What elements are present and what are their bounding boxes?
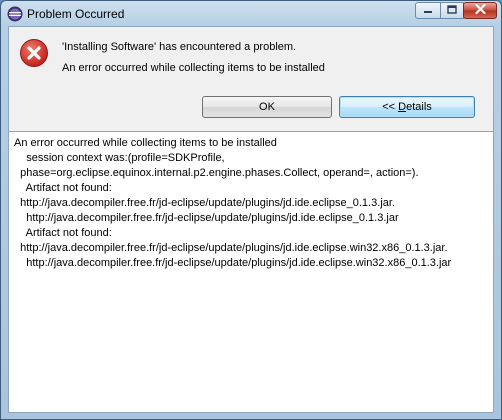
- details-line: session context was:(profile=SDKProfile,: [14, 152, 225, 164]
- details-button-prefix: <<: [382, 101, 399, 113]
- details-line: http://java.decompiler.free.fr/jd-eclips…: [14, 257, 452, 269]
- minimize-button[interactable]: [415, 2, 441, 19]
- error-message: 'Installing Software' has encountered a …: [62, 41, 297, 53]
- maximize-button[interactable]: [440, 2, 464, 19]
- close-button[interactable]: [463, 2, 497, 19]
- problem-dialog: Problem Occurred 'Installing Software' h…: [0, 0, 502, 420]
- error-icon: [19, 38, 49, 68]
- details-button[interactable]: << Details: [339, 96, 475, 118]
- details-line: http://java.decompiler.free.fr/jd-eclips…: [14, 212, 399, 224]
- window-title: Problem Occurred: [27, 7, 125, 21]
- details-button-rest: etails: [406, 101, 432, 113]
- title-bar[interactable]: Problem Occurred: [1, 1, 501, 26]
- details-line: phase=org.eclipse.equinox.internal.p2.en…: [14, 167, 419, 179]
- details-line: http://java.decompiler.free.fr/jd-eclips…: [14, 197, 395, 209]
- details-button-accelerator: D: [398, 101, 407, 113]
- details-line: Artifact not found:: [14, 182, 112, 194]
- ok-button[interactable]: OK: [202, 96, 332, 118]
- close-icon: [474, 3, 486, 17]
- details-line: Artifact not found:: [14, 227, 112, 239]
- eclipse-icon: [7, 6, 23, 22]
- details-line: http://java.decompiler.free.fr/jd-eclips…: [14, 242, 448, 254]
- maximize-icon: [447, 4, 457, 17]
- details-text-area[interactable]: An error occurred while collecting items…: [9, 131, 493, 412]
- details-line: An error occurred while collecting items…: [14, 137, 277, 149]
- minimize-icon: [423, 5, 433, 17]
- dialog-body: 'Installing Software' has encountered a …: [8, 26, 494, 413]
- error-summary: An error occurred while collecting items…: [62, 62, 325, 74]
